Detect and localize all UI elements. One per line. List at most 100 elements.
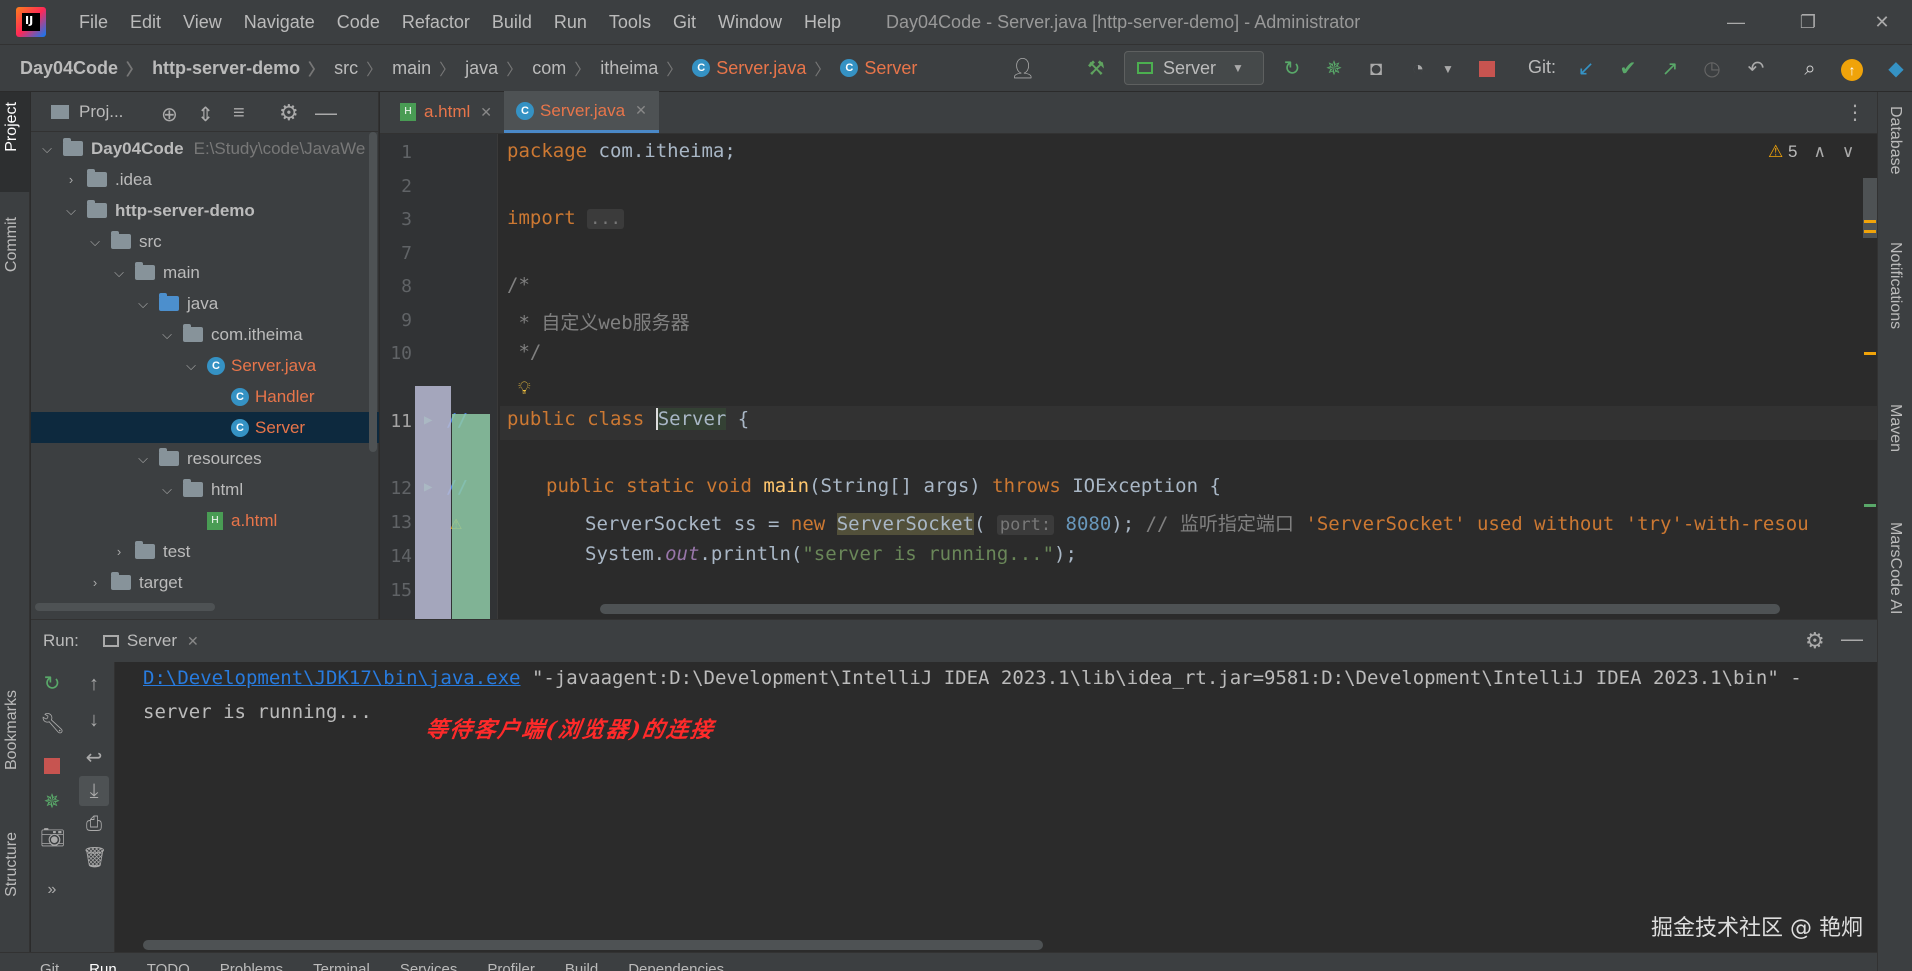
coverage-icon[interactable]: ◘ xyxy=(1364,57,1388,81)
tree-item-a-html[interactable]: H a.html xyxy=(31,505,379,536)
breadcrumb-src[interactable]: src 〉 xyxy=(324,56,382,80)
chevron-down-icon[interactable]: ▼ xyxy=(1436,57,1460,81)
locate-icon[interactable]: ⊕ xyxy=(161,102,178,127)
breadcrumb-java[interactable]: java 〉 xyxy=(455,56,522,80)
tool-tab-structure[interactable]: Structure xyxy=(3,832,21,897)
tree-item-com-itheima[interactable]: ⌵ com.itheima xyxy=(31,319,379,350)
tree-item-server-java[interactable]: ⌵ C Server.java xyxy=(31,350,379,381)
profiler-icon[interactable]: ◔ xyxy=(1406,57,1430,81)
tool-tab-commit[interactable]: Commit xyxy=(3,217,21,272)
breadcrumb-main[interactable]: main 〉 xyxy=(382,56,455,80)
collapse-all-icon[interactable]: ≡ xyxy=(233,102,245,125)
debug-icon[interactable]: ✵ xyxy=(1322,57,1346,81)
tool-tab-database[interactable]: Database xyxy=(1886,106,1904,175)
rollback-icon[interactable]: ↶ xyxy=(1744,57,1768,81)
tree-item-html[interactable]: ⌵ html xyxy=(31,474,379,505)
fold-placeholder[interactable]: ... xyxy=(587,209,624,229)
hide-icon[interactable]: — xyxy=(315,100,337,126)
tree-item-handler[interactable]: C Handler xyxy=(31,381,379,412)
close-icon[interactable]: ✕ xyxy=(1852,0,1912,44)
project-panel-title[interactable]: Proj... xyxy=(79,102,123,122)
rerun-icon[interactable]: ↻ xyxy=(1280,57,1304,81)
bottom-tab-run[interactable]: Run xyxy=(89,953,117,971)
menu-git[interactable]: Git xyxy=(662,0,707,44)
close-tab-icon[interactable]: ✕ xyxy=(635,102,647,119)
tool-tab-marscode[interactable]: MarsCode AI xyxy=(1886,522,1904,614)
breadcrumb-module[interactable]: http-server-demo 〉 xyxy=(142,56,324,80)
inspection-widget[interactable]: ⚠ 5 ∧ ∨ xyxy=(1768,142,1854,162)
console-h-scrollbar[interactable] xyxy=(143,940,1043,950)
tree-item-day04code[interactable]: ⌵ Day04Code E:\Study\code\JavaWe xyxy=(31,133,379,164)
change-marker[interactable] xyxy=(1864,504,1876,507)
lightbulb-icon[interactable]: 💡︎ xyxy=(518,378,531,399)
bottom-tab-build[interactable]: Build xyxy=(565,953,598,971)
tree-item-http-server-demo[interactable]: ⌵ http-server-demo xyxy=(31,195,379,226)
menu-file[interactable]: File xyxy=(68,0,119,44)
user-icon[interactable]: 👤︎ xyxy=(1010,57,1035,81)
debug-icon[interactable]: ✵ xyxy=(40,790,64,814)
tab-a-html[interactable]: H a.html ✕ xyxy=(388,91,504,133)
run-tab-server[interactable]: Server ✕ xyxy=(102,631,199,651)
menu-navigate[interactable]: Navigate xyxy=(233,0,326,44)
project-scrollbar[interactable] xyxy=(369,132,377,452)
gear-icon[interactable]: ⚙ xyxy=(279,100,299,126)
tree-item-resources[interactable]: ⌵ resources xyxy=(31,443,379,474)
camera-icon[interactable]: 📷︎ xyxy=(40,826,65,850)
warning-marker[interactable] xyxy=(1864,352,1876,355)
stop-icon[interactable] xyxy=(40,754,64,778)
more-icon[interactable]: » xyxy=(40,878,64,902)
search-icon[interactable]: ⌕ xyxy=(1798,57,1822,81)
print-icon[interactable]: ⎙ xyxy=(82,812,106,836)
menu-refactor[interactable]: Refactor xyxy=(391,0,481,44)
tree-item-idea[interactable]: › .idea xyxy=(31,164,379,195)
project-h-scrollbar[interactable] xyxy=(35,603,215,611)
soft-wrap-icon[interactable]: ↩ xyxy=(82,746,106,770)
tool-tab-notifications[interactable]: Notifications xyxy=(1886,242,1904,329)
wrench-icon[interactable]: 🔧︎ xyxy=(40,712,65,736)
git-commit-icon[interactable]: ✔ xyxy=(1616,57,1640,81)
menu-view[interactable]: View xyxy=(172,0,233,44)
minimize-icon[interactable]: — xyxy=(1706,0,1766,44)
tree-item-test[interactable]: › test xyxy=(31,536,379,567)
stop-icon[interactable] xyxy=(1475,57,1499,81)
breadcrumb-com[interactable]: com 〉 xyxy=(522,56,590,80)
bottom-tab-git[interactable]: Git xyxy=(40,953,59,971)
previous-highlight-icon[interactable]: ∧ xyxy=(1813,142,1825,161)
menu-run[interactable]: Run xyxy=(543,0,598,44)
code-editor[interactable]: 1 2 3 7 8 9 10 11 12 13 14 15 ▶ // ▶ // … xyxy=(380,134,1877,619)
breadcrumb-file[interactable]: C Server.java 〉 xyxy=(682,56,830,80)
warning-marker[interactable] xyxy=(1864,220,1876,223)
git-update-icon[interactable]: ↙ xyxy=(1574,57,1598,81)
scroll-to-end-icon[interactable]: ⤓ xyxy=(79,776,109,806)
arrow-up-icon[interactable]: ↑ xyxy=(82,672,106,696)
bottom-tab-problems[interactable]: Problems xyxy=(220,953,283,971)
arrow-down-icon[interactable]: ↓ xyxy=(82,708,106,732)
tree-item-main[interactable]: ⌵ main xyxy=(31,257,379,288)
menu-edit[interactable]: Edit xyxy=(119,0,172,44)
tab-server-java[interactable]: C Server.java ✕ xyxy=(504,91,659,133)
tool-tab-project[interactable]: Project xyxy=(3,102,21,152)
menu-window[interactable]: Window xyxy=(707,0,793,44)
tool-tab-maven[interactable]: Maven xyxy=(1886,404,1904,452)
history-icon[interactable]: ◷ xyxy=(1700,57,1724,81)
bottom-tab-services[interactable]: Services xyxy=(400,953,458,971)
java-path-link[interactable]: D:\Development\JDK17\bin\java.exe xyxy=(143,667,521,689)
menu-help[interactable]: Help xyxy=(793,0,852,44)
restore-icon[interactable]: ❐ xyxy=(1778,0,1838,44)
hide-icon[interactable]: — xyxy=(1841,626,1863,652)
editor-h-scrollbar[interactable] xyxy=(600,604,1780,614)
close-tab-icon[interactable]: ✕ xyxy=(187,633,199,650)
close-tab-icon[interactable]: ✕ xyxy=(480,104,492,121)
menu-tools[interactable]: Tools xyxy=(598,0,662,44)
tool-tab-bookmarks[interactable]: Bookmarks xyxy=(3,690,21,770)
tree-item-server[interactable]: C Server xyxy=(31,412,379,443)
breadcrumb-itheima[interactable]: itheima 〉 xyxy=(590,56,682,80)
plugin-icon[interactable]: ◆ xyxy=(1884,57,1908,81)
trash-icon[interactable]: 🗑︎ xyxy=(82,846,107,870)
menu-build[interactable]: Build xyxy=(481,0,543,44)
editor-scrollbar[interactable] xyxy=(1863,178,1877,238)
more-options-icon[interactable]: ⋮ xyxy=(1845,100,1865,125)
build-hammer-icon[interactable]: ⚒︎ xyxy=(1084,57,1108,81)
bottom-tab-todo[interactable]: TODO xyxy=(147,953,190,971)
warning-marker[interactable] xyxy=(1864,230,1876,233)
